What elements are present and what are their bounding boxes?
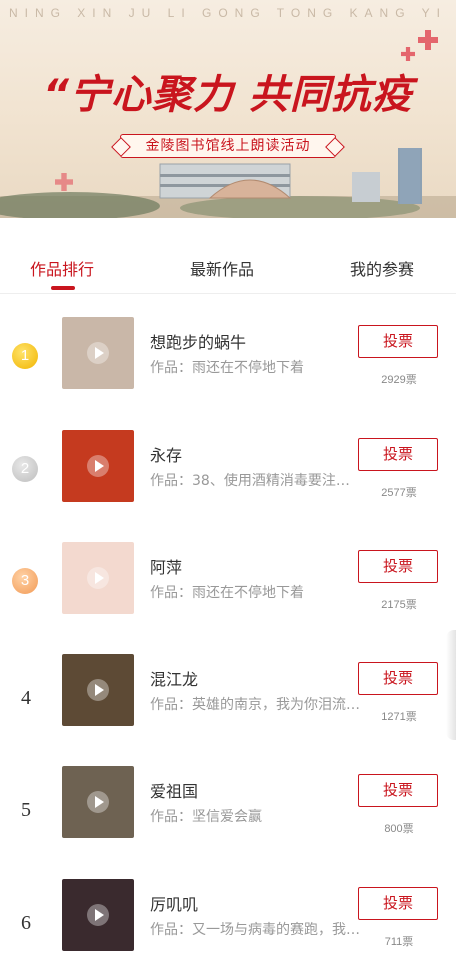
play-icon[interactable]	[87, 679, 109, 701]
vote-count: 800票	[384, 823, 414, 835]
vote-button[interactable]: 投票	[358, 662, 438, 695]
campaign-banner: NING XIN JU LI GONG TONG KANG YI “宁心聚力 共…	[0, 0, 456, 218]
vote-button[interactable]: 投票	[358, 550, 438, 583]
red-cross-icon-small	[401, 47, 415, 61]
entry-description: 作品：雨还在不停地下着	[150, 585, 304, 601]
entry-description: 作品：坚信爱会赢	[150, 809, 262, 825]
play-icon[interactable]	[87, 791, 109, 813]
vote-count: 1271票	[381, 711, 417, 723]
list-item[interactable]: 5 爱祖国作品：坚信爱会赢 投票 800票	[0, 766, 456, 878]
entry-title: 阿萍	[150, 558, 183, 577]
vote-count: 2577票	[381, 487, 417, 499]
tab-ranking[interactable]: 作品排行	[30, 256, 94, 280]
entry-thumbnail[interactable]	[62, 542, 134, 614]
vote-button[interactable]: 投票	[358, 887, 438, 920]
red-cross-icon	[418, 30, 438, 50]
rank-number: 6	[21, 912, 31, 934]
tab-latest[interactable]: 最新作品	[190, 256, 254, 280]
entry-description: 作品：雨还在不停地下着	[150, 360, 304, 376]
banner-slogan: “宁心聚力 共同抗疫	[43, 72, 413, 118]
list-item[interactable]: 2 永存作品：38、使用酒精消毒要注意安全 投票 2577票	[0, 430, 456, 542]
play-icon[interactable]	[87, 455, 109, 477]
vote-button[interactable]: 投票	[358, 325, 438, 358]
entry-thumbnail[interactable]	[62, 654, 134, 726]
active-tab-indicator	[51, 286, 75, 290]
play-icon[interactable]	[87, 904, 109, 926]
entry-thumbnail[interactable]	[62, 879, 134, 951]
entry-description: 作品：38、使用酒精消毒要注意安全	[150, 473, 362, 489]
tab-bar: 作品排行 最新作品 我的参赛	[0, 238, 456, 294]
entry-title: 想跑步的蜗牛	[150, 333, 247, 352]
rank-number: 4	[21, 687, 31, 709]
vote-count: 711票	[384, 936, 414, 948]
list-item[interactable]: 3 阿萍作品：雨还在不停地下着 投票 2175票	[0, 542, 456, 654]
entry-title: 永存	[150, 446, 183, 465]
rank-number: 5	[21, 799, 31, 821]
list-item[interactable]: 1 想跑步的蜗牛作品：雨还在不停地下着 投票 2929票	[0, 317, 456, 429]
entry-thumbnail[interactable]	[62, 430, 134, 502]
vote-button[interactable]: 投票	[358, 438, 438, 471]
vote-count: 2929票	[381, 374, 417, 386]
entry-title: 厉叽叽	[150, 895, 199, 914]
vote-count: 2175票	[381, 599, 417, 611]
entry-description: 作品：又一场与病毒的赛跑，我们一起	[150, 922, 362, 938]
entry-title: 混江龙	[150, 670, 199, 689]
banner-pinyin: NING XIN JU LI GONG TONG KANG YI	[8, 6, 448, 20]
play-icon[interactable]	[87, 567, 109, 589]
rank-medal-silver: 2	[12, 456, 38, 482]
entry-title: 爱祖国	[150, 782, 199, 801]
vote-button[interactable]: 投票	[358, 774, 438, 807]
list-item[interactable]: 6 厉叽叽作品：又一场与病毒的赛跑，我们一起 投票 711票	[0, 879, 456, 959]
tab-my-entries[interactable]: 我的参赛	[350, 256, 414, 280]
entry-thumbnail[interactable]	[62, 766, 134, 838]
play-icon[interactable]	[87, 342, 109, 364]
rank-medal-gold: 1	[12, 343, 38, 369]
city-skyline-illustration	[0, 148, 456, 218]
scroll-edge	[446, 630, 456, 740]
rank-medal-bronze: 3	[12, 568, 38, 594]
entry-thumbnail[interactable]	[62, 317, 134, 389]
list-item[interactable]: 4 混江龙作品：英雄的南京，我为你泪流满面 投票 1271票	[0, 654, 456, 766]
entry-description: 作品：英雄的南京，我为你泪流满面	[150, 697, 362, 713]
